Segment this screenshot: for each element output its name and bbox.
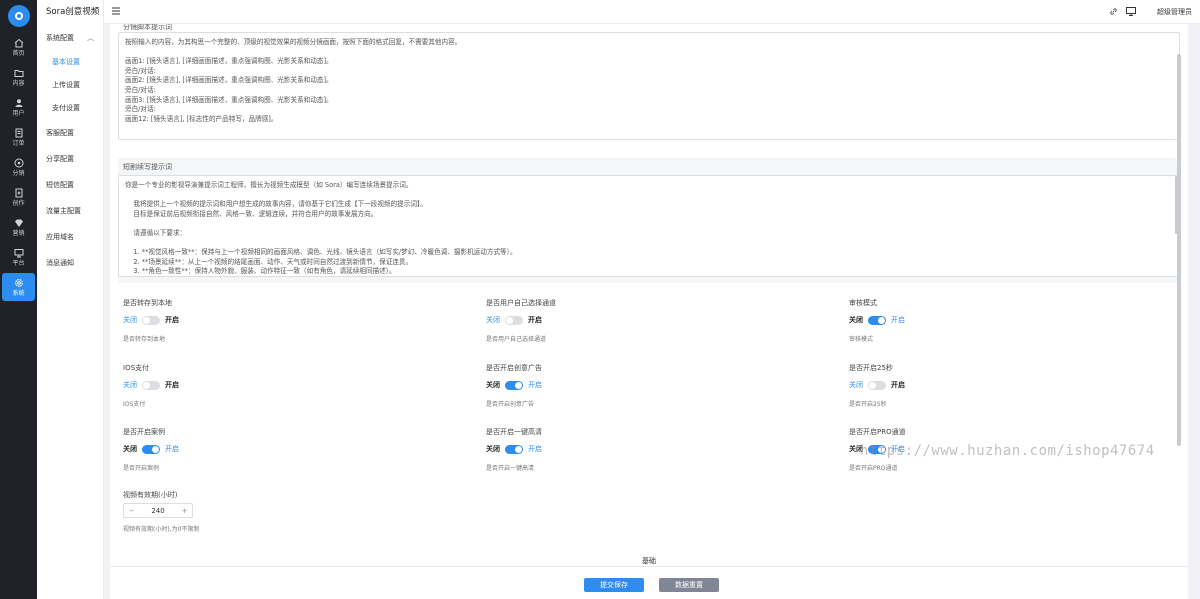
- sidebar-item-traffic[interactable]: 流量主配置: [37, 198, 103, 224]
- switch-field-user-channel: 是否用户自己选择通道 关闭 开启 是否用户自己选择通道: [486, 298, 786, 343]
- sidebar-item-share[interactable]: 分享配置: [37, 146, 103, 172]
- switch-cases[interactable]: 关闭 开启: [123, 443, 423, 455]
- rail-item-content[interactable]: 内容: [2, 63, 35, 91]
- switch-field-review-mode: 审核模式 关闭 开启 审核模式: [849, 298, 1149, 343]
- toggle-switch[interactable]: [505, 380, 523, 390]
- app-title: Sora创意视频: [46, 7, 100, 17]
- switch-field-creative-ads: 是否开启创意广告 关闭 开启 是否开启创意广告: [486, 363, 786, 408]
- switch-field-25s: 是否开启25秒 关闭 开启 是否开启25秒: [849, 363, 1149, 408]
- toggle-switch[interactable]: [505, 315, 523, 325]
- link-icon[interactable]: [1109, 7, 1118, 16]
- decrement-button[interactable]: −: [124, 507, 139, 515]
- section-divider: [110, 566, 1188, 567]
- switch-25s[interactable]: 关闭 开启: [849, 379, 1149, 391]
- prompt2-textarea[interactable]: 你是一个专业的影视导演兼提示词工程师，擅长为视频生成模型（如 Sora）编写连续…: [118, 175, 1180, 277]
- settings-form: 分镜脚本提示词 按照输入的内容，为其构思一个完整的、顶级的视觉效果的视频分镜画面…: [110, 24, 1188, 599]
- prompt2-block: 短剧续写提示词 你是一个专业的影视导演兼提示词工程师，擅长为视频生成模型（如 S…: [118, 158, 1180, 283]
- validity-label: 视频有效期(小时): [123, 491, 178, 499]
- sidebar-item-payment-settings[interactable]: 支付设置: [37, 97, 103, 120]
- secondary-sidebar: Sora创意视频 系统配置 ︿ 基本设置 上传设置 支付设置 客服配置 分享配置…: [37, 0, 104, 599]
- section-label: 基础: [638, 556, 660, 566]
- share-icon: [14, 158, 23, 167]
- watermark-text: https://www.huzhan.com/ishop47674: [860, 443, 1155, 459]
- validity-stepper[interactable]: − 240 +: [123, 503, 193, 518]
- switch-field-ios-pay: IOS支付 关闭 开启 IOS支付: [123, 363, 423, 408]
- toggle-switch[interactable]: [505, 444, 523, 454]
- rail-item-marketing[interactable]: 营销: [2, 213, 35, 241]
- home-icon: [14, 38, 23, 47]
- order-icon: [15, 128, 22, 137]
- sidebar-item-domain[interactable]: 应用域名: [37, 224, 103, 250]
- toggle-switch[interactable]: [868, 315, 886, 325]
- toggle-switch[interactable]: [868, 380, 886, 390]
- sidebar-group-system-config[interactable]: 系统配置 ︿: [37, 25, 103, 51]
- app-logo-icon: [7, 5, 30, 27]
- rail-item-create[interactable]: 创作: [2, 183, 35, 211]
- validity-input[interactable]: 240: [139, 507, 177, 515]
- rail-item-home[interactable]: 首页: [2, 33, 35, 61]
- icon-rail: 首页 内容 用户 订单 分销 创作 营销 平台 系统: [0, 0, 37, 599]
- prompt1-label: 分镜脚本提示词: [123, 24, 172, 31]
- user-icon: [15, 98, 22, 107]
- page-scrollbar[interactable]: [1177, 54, 1181, 446]
- rail-item-users[interactable]: 用户: [2, 93, 35, 121]
- sidebar-item-upload-settings[interactable]: 上传设置: [37, 74, 103, 97]
- rail-item-system[interactable]: 系统: [2, 273, 35, 301]
- menu-toggle-icon[interactable]: [111, 6, 121, 16]
- validity-help: 视频有效期(小时),为0不限制: [123, 526, 200, 533]
- user-menu[interactable]: 超级管理员: [1157, 0, 1192, 24]
- sidebar-item-sms[interactable]: 短信配置: [37, 172, 103, 198]
- sidebar-item-basic-settings[interactable]: 基本设置: [37, 51, 103, 74]
- validity-field: 视频有效期(小时): [123, 490, 423, 500]
- toggle-switch[interactable]: [142, 380, 160, 390]
- prompt1-block: 分镜脚本提示词 按照输入的内容，为其构思一个完整的、顶级的视觉效果的视频分镜画面…: [118, 24, 1180, 140]
- switch-user-channel[interactable]: 关闭 开启: [486, 314, 786, 326]
- switch-save-local[interactable]: 关闭 开启: [123, 314, 423, 326]
- prompt1-textarea[interactable]: 按照输入的内容，为其构思一个完整的、顶级的视觉效果的视频分镜画面，按照下面的格式…: [118, 32, 1180, 140]
- toggle-switch[interactable]: [142, 444, 160, 454]
- monitor-icon: [14, 248, 23, 257]
- switch-creative-ads[interactable]: 关闭 开启: [486, 379, 786, 391]
- rail-item-orders[interactable]: 订单: [2, 123, 35, 151]
- top-header: 超级管理员: [104, 0, 1200, 24]
- chevron-up-icon: ︿: [87, 34, 94, 42]
- switch-review-mode[interactable]: 关闭 开启: [849, 314, 1149, 326]
- submit-button[interactable]: 提交保存: [584, 578, 644, 592]
- switch-field-cases: 是否开启案例 关闭 开启 是否开启案例: [123, 427, 423, 472]
- gear-icon: [14, 278, 23, 287]
- sidebar-item-customer-service[interactable]: 客服配置: [37, 120, 103, 146]
- increment-button[interactable]: +: [177, 507, 192, 515]
- validity-help-wrap: 视频有效期(小时),为0不限制: [123, 524, 423, 533]
- toggle-switch[interactable]: [142, 315, 160, 325]
- monitor-icon[interactable]: [1126, 7, 1136, 16]
- switch-one-click-hd[interactable]: 关闭 开启: [486, 443, 786, 455]
- switch-ios-pay[interactable]: 关闭 开启: [123, 379, 423, 391]
- rail-item-distribution[interactable]: 分销: [2, 153, 35, 181]
- create-icon: [15, 188, 22, 197]
- reset-button[interactable]: 数据重置: [659, 578, 719, 592]
- folder-icon: [14, 69, 23, 77]
- rail-item-platform[interactable]: 平台: [2, 243, 35, 271]
- sidebar-item-notifications[interactable]: 消息通知: [37, 250, 103, 276]
- switch-field-one-click-hd: 是否开启一键高清 关闭 开启 是否开启一键高清: [486, 427, 786, 472]
- prompt2-label: 短剧续写提示词: [123, 163, 172, 171]
- switch-field-save-local: 是否转存到本地 关闭 开启 是否转存到本地: [123, 298, 423, 343]
- diamond-icon: [14, 219, 23, 227]
